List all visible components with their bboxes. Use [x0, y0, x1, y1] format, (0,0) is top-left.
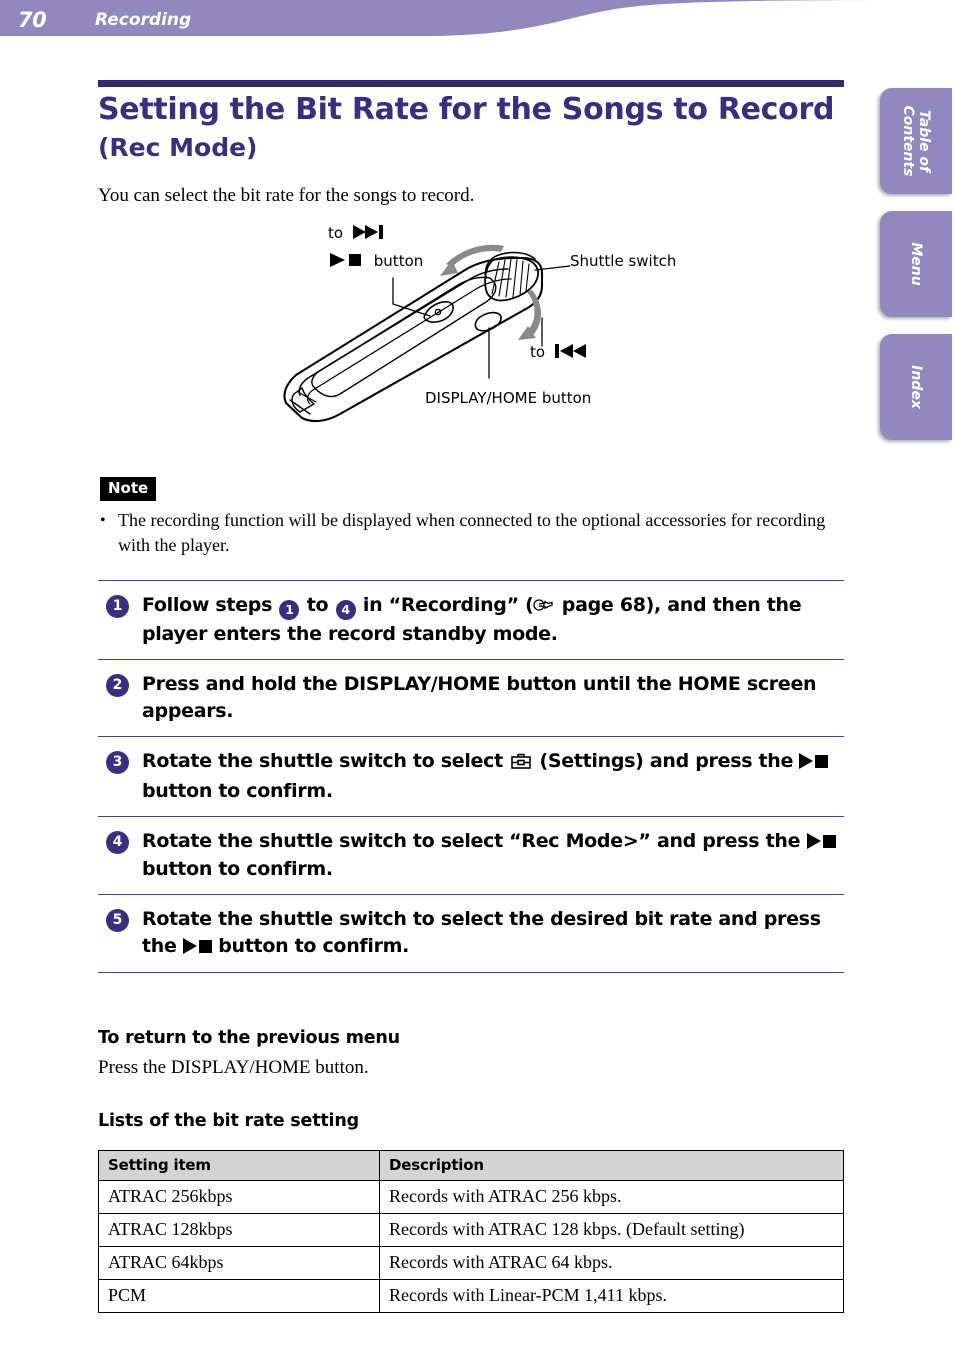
settings-toolbox-icon — [511, 751, 531, 778]
table-cell-setting-item: ATRAC 128kbps — [98, 1213, 380, 1247]
section-title: Recording — [95, 10, 192, 30]
step-number-badge: 1 — [106, 595, 129, 618]
side-tab-label: Menu — [908, 242, 924, 286]
side-tab-bar: Table of Contents Menu Index — [880, 88, 954, 457]
table-cell-description: Records with ATRAC 64 kbps. — [379, 1246, 844, 1280]
step-text-fragment: button to confirm. — [211, 935, 410, 957]
step-item: 3 Rotate the shuttle switch to select (S… — [98, 736, 844, 816]
page-subtitle: (Rec Mode) — [98, 133, 258, 162]
table-header-cell: Setting item — [98, 1150, 380, 1181]
inline-step-badge: 1 — [279, 600, 300, 620]
note-text: The recording function will be displayed… — [118, 510, 826, 555]
callout-to-back: to — [530, 343, 593, 362]
table-row: ATRAC 256kbps Records with ATRAC 256 kbp… — [98, 1180, 844, 1214]
table-cell-setting-item: PCM — [98, 1279, 380, 1313]
table-cell-description: Records with Linear-PCM 1,411 kbps. — [379, 1279, 844, 1313]
play-stop-icon — [182, 934, 212, 961]
step-text: Follow steps 1 to 4 in “Recording” ( pag… — [98, 592, 844, 648]
sidebar-item-index[interactable]: Index — [880, 334, 952, 440]
table-header-row: Setting item Description — [98, 1150, 844, 1181]
note-block: • The recording function will be display… — [100, 508, 846, 558]
step-text-fragment: Rotate the shuttle switch to select “Rec… — [142, 830, 807, 852]
return-section-body: Press the DISPLAY/HOME button. — [98, 1057, 369, 1078]
callout-display-home-button: DISPLAY/HOME button — [425, 389, 592, 407]
table-row: ATRAC 64kbps Records with ATRAC 64 kbps. — [98, 1246, 844, 1280]
note-bullet: • — [100, 512, 106, 529]
step-item: 2 Press and hold the DISPLAY/HOME button… — [98, 659, 844, 736]
fast-forward-icon — [352, 225, 391, 243]
step-list: 1 Follow steps 1 to 4 in “Recording” ( p… — [98, 580, 844, 973]
step-text-fragment: to — [300, 594, 335, 616]
step-text: Rotate the shuttle switch to select the … — [98, 906, 844, 961]
table-header-cell: Description — [379, 1150, 844, 1181]
play-stop-icon — [806, 829, 836, 856]
callout-shuttle-switch: Shuttle switch — [570, 252, 677, 270]
step-item: 5 Rotate the shuttle switch to select th… — [98, 894, 844, 973]
callout-to-back-label: to — [530, 343, 546, 361]
step-text: Rotate the shuttle switch to select (Set… — [98, 748, 844, 805]
callout-to-forward: to — [328, 224, 391, 243]
sidebar-item-table-of-contents[interactable]: Table of Contents — [880, 88, 952, 194]
rewind-icon — [554, 344, 593, 362]
step-text-fragment: in “Recording” ( — [356, 594, 534, 616]
sidebar-item-menu[interactable]: Menu — [880, 211, 952, 317]
step-number-badge: 5 — [106, 909, 129, 932]
bitrate-table: Setting item Description ATRAC 256kbps R… — [98, 1150, 844, 1313]
step-item: 4 Rotate the shuttle switch to select “R… — [98, 816, 844, 894]
return-section-heading: To return to the previous menu — [98, 1028, 400, 1048]
step-text-fragment: Press and hold the DISPLAY/HOME button u… — [142, 673, 817, 722]
table-cell-description: Records with ATRAC 128 kbps. (Default se… — [379, 1213, 844, 1247]
step-text-fragment: button to confirm. — [142, 858, 333, 880]
step-number-badge: 3 — [106, 751, 129, 774]
step-text-fragment: (Settings) and press the — [533, 750, 800, 772]
step-text-fragment: button to confirm. — [142, 780, 333, 802]
side-tab-label: Table of Contents — [900, 105, 932, 177]
step-text-fragment: Follow steps — [142, 594, 279, 616]
step-text: Rotate the shuttle switch to select “Rec… — [98, 828, 844, 883]
step-text-fragment: Rotate the shuttle switch to select — [142, 750, 510, 772]
table-cell-setting-item: ATRAC 256kbps — [98, 1180, 380, 1214]
play-stop-icon — [799, 749, 829, 776]
step-number-badge: 2 — [106, 674, 129, 697]
page-number: 70 — [18, 8, 47, 32]
step-text: Press and hold the DISPLAY/HOME button u… — [98, 671, 844, 725]
callout-to-forward-label: to — [328, 224, 344, 242]
lists-section-heading: Lists of the bit rate setting — [98, 1111, 359, 1131]
page-header-band: 70 Recording — [0, 0, 954, 46]
table-row: ATRAC 128kbps Records with ATRAC 128 kbp… — [98, 1213, 844, 1247]
step-item: 1 Follow steps 1 to 4 in “Recording” ( p… — [98, 580, 844, 659]
step-number-badge: 4 — [106, 831, 129, 854]
page-title: Setting the Bit Rate for the Songs to Re… — [98, 92, 835, 127]
pointing-hand-icon — [533, 594, 554, 621]
table-cell-description: Records with ATRAC 256 kbps. — [379, 1180, 844, 1214]
intro-paragraph: You can select the bit rate for the song… — [98, 185, 475, 206]
callout-play-stop-label: button — [373, 252, 424, 270]
title-rule — [98, 80, 844, 87]
table-row: PCM Records with Linear-PCM 1,411 kbps. — [98, 1279, 844, 1313]
play-stop-icon — [330, 253, 364, 271]
note-badge: Note — [100, 477, 157, 501]
inline-step-badge: 4 — [335, 600, 356, 620]
callout-play-stop-button: button — [330, 252, 423, 271]
side-tab-label: Index — [908, 365, 924, 409]
table-cell-setting-item: ATRAC 64kbps — [98, 1246, 380, 1280]
